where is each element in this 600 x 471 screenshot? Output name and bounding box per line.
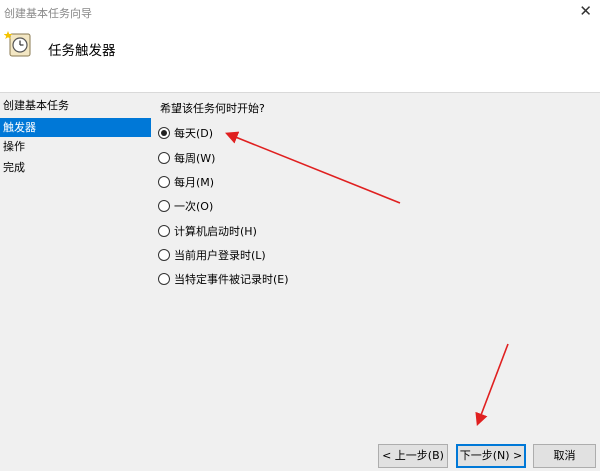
- option-label: 当特定事件被记录时(E): [174, 273, 289, 286]
- window-title: 创建基本任务向导: [4, 7, 92, 20]
- cancel-button[interactable]: 取消: [533, 444, 596, 468]
- event-logged-radio[interactable]: [158, 273, 170, 285]
- computer-start-radio[interactable]: [158, 225, 170, 237]
- daily-radio[interactable]: [158, 127, 170, 139]
- once-radio[interactable]: [158, 200, 170, 212]
- question-label: 希望该任务何时开始?: [160, 102, 265, 115]
- page-title: 任务触发器: [48, 43, 116, 59]
- next-button[interactable]: 下一步(N) >: [456, 444, 526, 468]
- sidebar-item-trigger[interactable]: 触发器: [0, 118, 151, 137]
- option-label: 当前用户登录时(L): [174, 249, 266, 262]
- option-label: 每周(W): [174, 152, 216, 165]
- option-label: 每天(D): [174, 127, 214, 140]
- close-icon[interactable]: ✕: [579, 2, 592, 20]
- option-label: 每月(M): [174, 176, 215, 189]
- trigger-panel: 希望该任务何时开始? 每天(D) 每周(W) 每月(M) 一次(O) 计算机启动…: [152, 93, 600, 471]
- monthly-radio[interactable]: [158, 176, 170, 188]
- back-button[interactable]: < 上一步(B): [378, 444, 448, 468]
- sidebar-item-finish[interactable]: 完成: [0, 158, 151, 177]
- option-label: 一次(O): [174, 200, 214, 213]
- wizard-header: 任务触发器: [0, 24, 600, 93]
- option-label: 计算机启动时(H): [174, 225, 257, 238]
- sidebar-item-action[interactable]: 操作: [0, 137, 151, 156]
- title-bar: 创建基本任务向导 ✕: [0, 0, 600, 24]
- sidebar-item-create-basic-task[interactable]: 创建基本任务: [0, 96, 151, 115]
- user-logon-radio[interactable]: [158, 249, 170, 261]
- wizard-steps-sidebar: 创建基本任务 触发器 操作 完成: [0, 93, 152, 471]
- clock-task-icon: [4, 31, 31, 57]
- weekly-radio[interactable]: [158, 152, 170, 164]
